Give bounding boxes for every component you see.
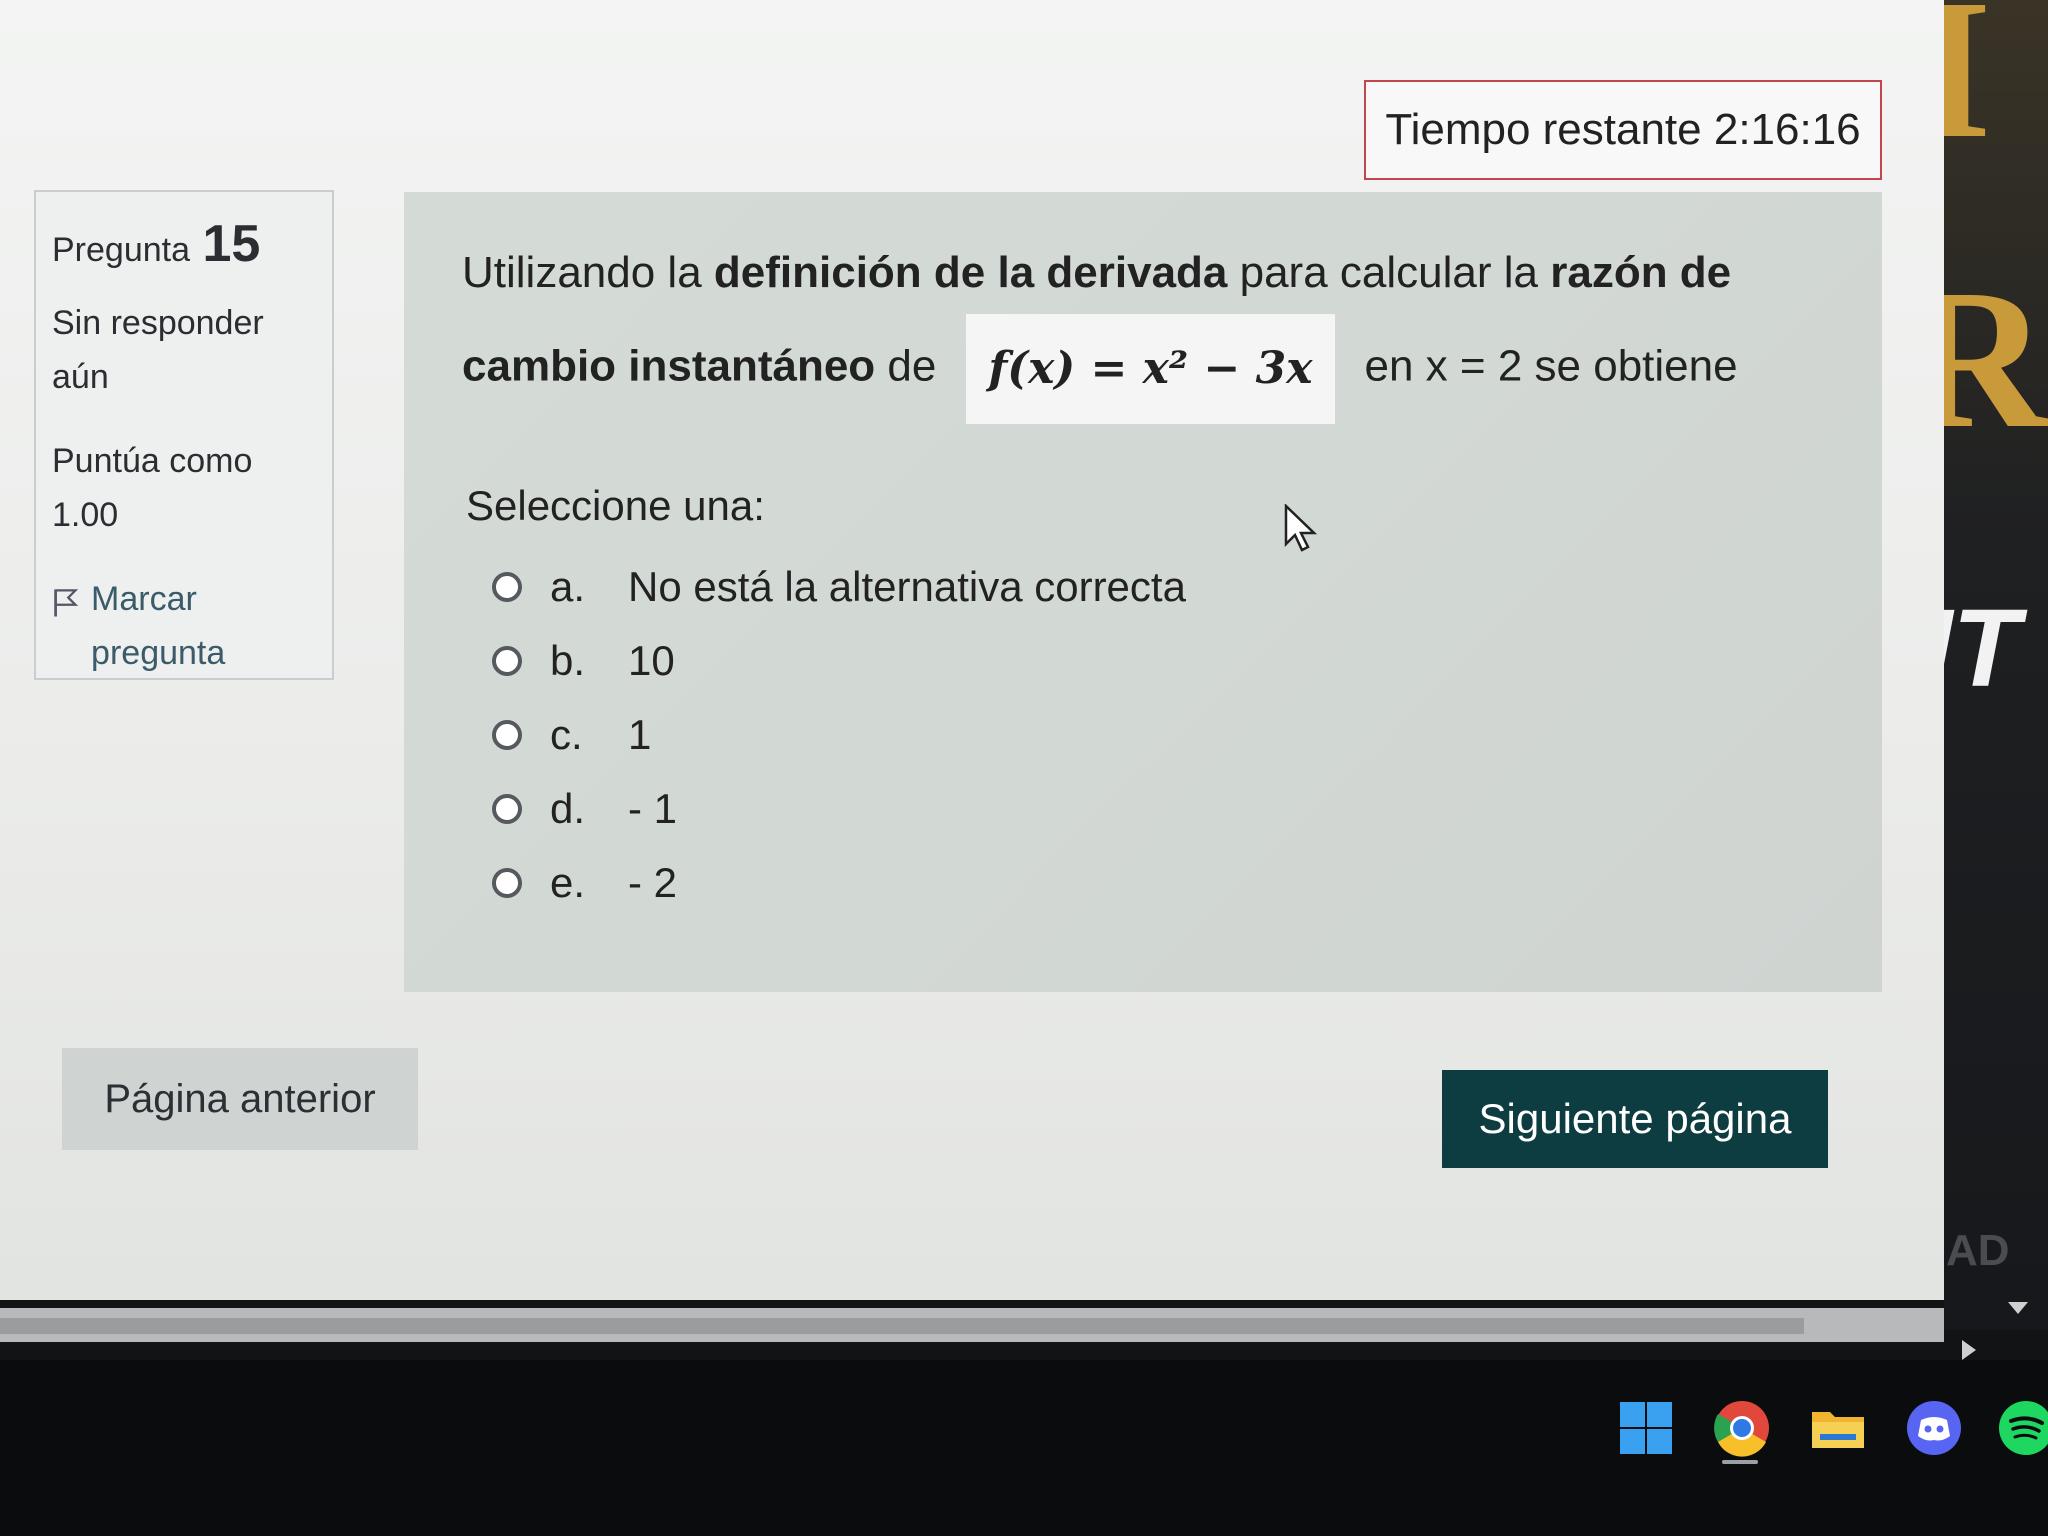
question-text-bold1: definición de la derivada [713,248,1228,297]
question-number: 15 [202,215,261,273]
scrollbar-thumb[interactable] [0,1318,1804,1334]
next-page-button[interactable]: Siguiente página [1442,1070,1828,1168]
radio-button[interactable] [492,794,522,824]
option-c[interactable]: c. 1 [492,698,1186,772]
formula-box: f(x) = x² − 3x [966,314,1335,424]
option-b[interactable]: b. 10 [492,624,1186,698]
flag-icon [54,589,79,617]
question-content: Utilizando la definición de la derivada … [404,192,1882,992]
flag-question-link[interactable]: Marcar pregunta [52,572,316,680]
option-text: 1 [628,711,652,758]
option-letter: d. [550,785,586,832]
discord-icon[interactable] [1904,1398,1964,1458]
decorative-letters: AD [1946,1226,2010,1275]
windows-start-icon[interactable] [1616,1398,1676,1458]
option-a[interactable]: a. No está la alternativa correcta [492,550,1186,624]
scroll-down-arrow-icon[interactable] [2008,1302,2028,1314]
option-letter: b. [550,637,586,684]
previous-page-button[interactable]: Página anterior [62,1048,418,1150]
question-info-panel: Pregunta 15 Sin responder aún Puntúa com… [34,190,334,680]
chrome-icon[interactable] [1712,1398,1772,1458]
option-text: - 2 [628,859,678,906]
radio-button[interactable] [492,868,522,898]
active-app-indicator [1722,1460,1758,1464]
option-text: 10 [628,637,675,684]
question-text-part1: Utilizando la [462,248,714,297]
option-text: No está la alternativa correcta [628,563,1186,610]
question-text-part3: de [875,341,937,391]
question-grade: Puntúa como 1.00 [52,442,253,534]
time-remaining: Tiempo restante 2:16:16 [1364,80,1882,180]
quiz-page: Tiempo restante 2:16:16 Pregunta 15 Sin … [0,0,1944,1300]
mouse-cursor-icon [1284,504,1318,552]
question-label: Pregunta [52,231,190,269]
select-one-label: Seleccione una: [466,482,765,529]
radio-button[interactable] [492,572,522,602]
option-letter: a. [550,563,586,610]
spotify-icon[interactable] [1996,1398,2048,1458]
decorative-letters: IT [1944,587,2020,710]
background-side-panel: I R IT AD [1944,0,2048,1330]
answer-options: a. No está la alternativa correcta b. 10… [492,550,1186,920]
flag-label: Marcar pregunta [91,580,226,672]
radio-button[interactable] [492,646,522,676]
question-status: Sin responder aún [52,304,264,396]
decorative-letter: R [1944,249,2048,470]
decorative-letter: I [1944,0,1992,180]
option-letter: e. [550,859,586,906]
scroll-right-arrow-icon[interactable] [1962,1340,1976,1360]
horizontal-scrollbar[interactable] [0,1308,1944,1342]
question-text-part4: en x = 2 se obtiene [1364,341,1738,391]
option-d[interactable]: d. - 1 [492,772,1186,846]
file-explorer-icon[interactable] [1808,1398,1868,1458]
question-text-part2: para calcular la [1227,248,1551,297]
radio-button[interactable] [492,720,522,750]
time-remaining-label: Tiempo restante 2:16:16 [1385,105,1861,154]
option-text: - 1 [628,785,678,832]
option-letter: c. [550,711,583,758]
question-text: Utilizando la definición de la derivada … [462,232,1862,424]
option-e[interactable]: e. - 2 [492,846,1186,920]
